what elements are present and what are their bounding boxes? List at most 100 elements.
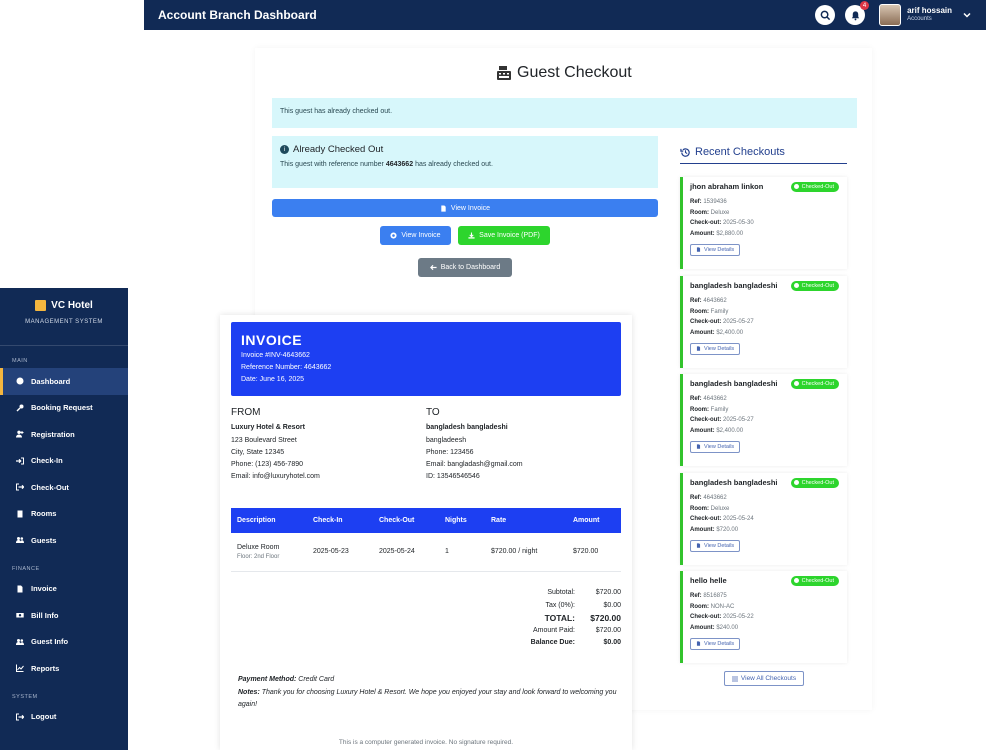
key-icon (16, 404, 24, 412)
view-invoice-button[interactable]: View Invoice (380, 226, 451, 245)
money-icon (16, 613, 24, 618)
section-system: SYSTEM (12, 693, 38, 700)
user-name: arif hossain (907, 6, 952, 16)
sidebar-item-guests[interactable]: Guests (0, 527, 128, 554)
invoice-reference: Reference Number: 4643662 (241, 364, 332, 371)
info-icon: i (280, 145, 289, 154)
users-icon (16, 537, 24, 544)
table-row: Deluxe Room Floor: 2nd Floor 2025-05-23 2… (231, 533, 621, 572)
invoice-number: Invoice #INV-4643662 (241, 352, 310, 359)
recent-checkout-card: bangladesh bangladeshi Checked-Out Ref: … (680, 374, 847, 466)
user-plus-icon (16, 430, 24, 438)
view-details-button[interactable]: View Details (690, 243, 741, 256)
door-icon (17, 510, 23, 518)
page-title-text: Guest Checkout (517, 64, 632, 81)
sidebar-item-bill-info[interactable]: Bill Info (0, 602, 128, 629)
notification-count-badge: 4 (860, 1, 870, 10)
invoice-payment-notes: Payment Method: Credit Card Notes: Thank… (238, 676, 617, 708)
sidebar-item-label: Check-Out (31, 482, 69, 492)
user-menu[interactable]: arif hossain Accounts (879, 4, 972, 26)
sidebar-item-guest-info[interactable]: Guest Info (0, 629, 128, 656)
search-icon (820, 10, 830, 20)
column-header: Description (231, 508, 307, 533)
column-header: Check-Out (373, 508, 439, 533)
sidebar-item-label: Logout (31, 712, 57, 722)
sign-out-icon (16, 713, 24, 721)
invoice-footer-note: This is a computer generated invoice. No… (338, 739, 514, 746)
recent-checkout-card: bangladesh bangladeshi Checked-Out Ref: … (680, 276, 847, 368)
view-invoice-wide-button[interactable]: View Invoice (272, 199, 658, 217)
view-details-button[interactable]: View Details (690, 539, 741, 552)
column-header: Amount (567, 508, 621, 533)
invoice-totals: Subtotal: $720.00 Tax (0%): $0.00 TOTAL: $7… (530, 589, 621, 646)
chart-icon (16, 664, 24, 673)
file-icon (696, 543, 701, 548)
section-finance: FINANCE (12, 565, 40, 572)
notifications-button[interactable]: 4 (845, 1, 870, 25)
column-header: Nights (439, 508, 485, 533)
avatar (879, 4, 902, 26)
invoice-title: INVOICE (241, 332, 303, 348)
recent-checkouts-title: Recent Checkouts (680, 146, 847, 164)
sidebar-item-invoice[interactable]: Invoice (0, 576, 128, 603)
sidebar-item-label: Bill Info (31, 610, 59, 620)
file-icon (441, 204, 446, 212)
view-details-button[interactable]: View Details (690, 637, 741, 650)
user-role: Accounts (907, 16, 932, 23)
download-icon (468, 232, 475, 239)
invoice-date: Date: June 16, 2025 (241, 376, 305, 383)
file-icon (696, 444, 701, 449)
sidebar-item-dashboard[interactable]: Dashboard (0, 368, 128, 395)
sidebar-item-label: Reports (31, 663, 60, 673)
sidebar-item-label: Invoice (31, 584, 57, 594)
sidebar-item-label: Registration (31, 429, 75, 439)
save-invoice-pdf-button[interactable]: Save Invoice (PDF) (458, 226, 550, 245)
already-checked-out-alert: i Already Checked Out This guest with ref… (272, 136, 658, 188)
alert-title: Already Checked Out (293, 144, 384, 155)
search-button[interactable] (815, 5, 836, 25)
invoice-from: FROM Luxury Hotel & Resort 123 Boulevard… (231, 407, 320, 481)
arrow-left-icon (429, 264, 437, 271)
sidebar-item-label: Guests (31, 535, 57, 545)
sidebar-item-check-in[interactable]: Check-In (0, 448, 128, 475)
alert-text: This guest with reference number 4643662… (280, 161, 493, 168)
sidebar: VC Hotel MANAGEMENT SYSTEM MAIN Dashboar… (0, 288, 128, 750)
sidebar-item-logout[interactable]: Logout (0, 704, 128, 731)
view-all-checkouts-button[interactable]: View All Checkouts (724, 671, 804, 686)
view-details-button[interactable]: View Details (690, 440, 741, 453)
brand: VC Hotel MANAGEMENT SYSTEM (0, 288, 128, 346)
brand-name: VC Hotel (51, 300, 93, 311)
cash-register-icon (497, 66, 511, 80)
sidebar-item-registration[interactable]: Registration (0, 421, 128, 448)
sidebar-item-rooms[interactable]: Rooms (0, 501, 128, 528)
sidebar-item-reports[interactable]: Reports (0, 655, 128, 682)
invoice-table: Description Check-In Check-Out Nights Ra… (231, 508, 621, 572)
status-badge: Checked-Out (790, 379, 839, 389)
sidebar-item-label: Check-In (31, 456, 63, 466)
recent-checkout-card: jhon abraham linkon Checked-Out Ref: 153… (680, 177, 847, 269)
chevron-down-icon (963, 12, 971, 18)
sidebar-item-label: Guest Info (31, 637, 69, 647)
status-badge: Checked-Out (790, 576, 839, 586)
status-badge: Checked-Out (790, 281, 839, 291)
file-icon (17, 585, 23, 593)
invoice-to: TO bangladesh bangladeshi bangladeesh Ph… (426, 407, 523, 481)
sidebar-item-label: Rooms (31, 509, 57, 519)
brand-subtitle: MANAGEMENT SYSTEM (25, 319, 103, 325)
sidebar-item-check-out[interactable]: Check-Out (0, 474, 128, 501)
sidebar-item-label: Booking Request (31, 403, 93, 413)
history-icon (680, 147, 690, 157)
info-banner: This guest has already checked out. (272, 98, 857, 128)
eye-icon (390, 232, 397, 239)
sign-in-icon (16, 457, 24, 465)
status-badge: Checked-Out (790, 182, 839, 192)
sign-out-icon (16, 483, 24, 491)
status-badge: Checked-Out (790, 478, 839, 488)
sidebar-item-booking-request[interactable]: Booking Request (0, 395, 128, 422)
file-icon (696, 247, 701, 252)
view-details-button[interactable]: View Details (690, 342, 741, 355)
back-to-dashboard-button[interactable]: Back to Dashboard (418, 258, 512, 277)
column-header: Rate (485, 508, 567, 533)
invoice-header: INVOICE Invoice #INV-4643662 Reference N… (231, 322, 621, 396)
bell-icon (851, 10, 859, 20)
